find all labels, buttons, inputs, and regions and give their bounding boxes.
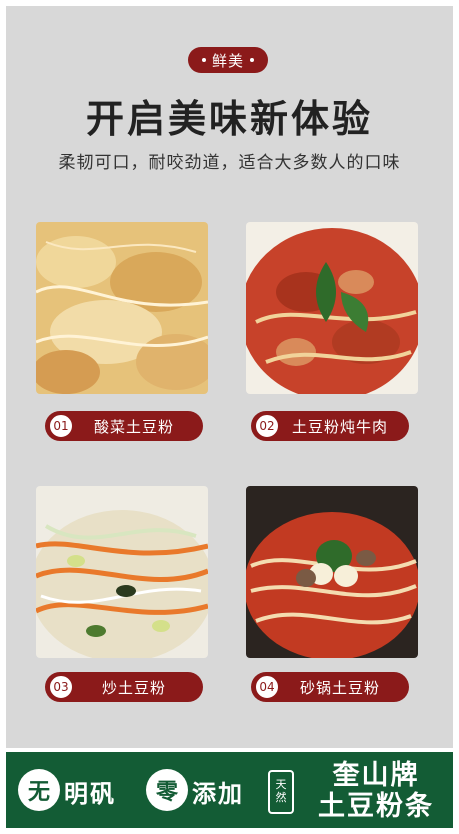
dish-number: 01 xyxy=(49,414,73,438)
brand-line-1: 奎山牌 xyxy=(332,760,420,791)
seal-char-2: 然 xyxy=(275,791,287,804)
zero-additive-text: 添加 xyxy=(192,780,244,808)
dish-name: 土豆粉炖牛肉 xyxy=(291,417,388,436)
dish-photo-2 xyxy=(246,222,418,394)
header-badge: 鲜美 xyxy=(188,47,268,73)
brand-line-2: 土豆粉条 xyxy=(318,791,434,822)
dot-icon xyxy=(201,58,206,62)
brand-name: 奎山牌 土豆粉条 xyxy=(306,760,446,822)
dish-name: 酸菜土豆粉 xyxy=(93,417,174,436)
page-subtitle: 柔韧可口，耐咬劲道，适合大多数人的口味 xyxy=(58,153,401,173)
dish-number: 04 xyxy=(255,675,279,699)
dot-icon xyxy=(250,58,254,62)
zero-additive-badge: 零 xyxy=(146,769,188,811)
page-title: 开启美味新体验 xyxy=(85,97,373,141)
page: 鲜美 开启美味新体验 柔韧可口，耐咬劲道，适合大多数人的口味 01 酸菜土豆粉 … xyxy=(0,0,459,834)
dish-number: 03 xyxy=(49,675,73,699)
footer-banner: 无 明矾 零 添加 天 然 奎山牌 土豆粉条 xyxy=(6,752,453,828)
dish-label-2: 02 土豆粉炖牛肉 xyxy=(251,411,409,441)
badge-label: 鲜美 xyxy=(211,51,244,70)
dish-number: 02 xyxy=(255,414,279,438)
dish-label-4: 04 砂锅土豆粉 xyxy=(251,672,409,702)
dish-name: 炒土豆粉 xyxy=(101,678,166,697)
dish-label-1: 01 酸菜土豆粉 xyxy=(45,411,203,441)
natural-seal: 天 然 xyxy=(268,770,294,814)
dish-photo-4 xyxy=(246,486,418,658)
dish-photo-3 xyxy=(36,486,208,658)
dish-name: 砂锅土豆粉 xyxy=(299,678,380,697)
dish-label-3: 03 炒土豆粉 xyxy=(45,672,203,702)
no-alum-badge: 无 xyxy=(18,769,60,811)
dish-photo-1 xyxy=(36,222,208,394)
no-alum-text: 明矾 xyxy=(64,780,116,808)
